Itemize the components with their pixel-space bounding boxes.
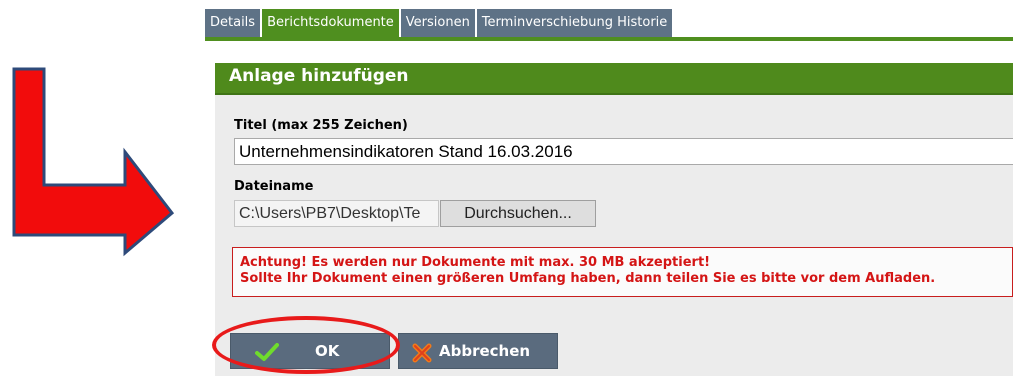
- ok-highlight-ellipse: [212, 316, 400, 374]
- browse-button[interactable]: Durchsuchen...: [440, 200, 596, 227]
- tab-bar: Details Berichtsdokumente Versionen Term…: [205, 9, 675, 37]
- size-warning: Achtung! Es werden nur Dokumente mit max…: [232, 247, 1013, 297]
- title-field-label: Titel (max 255 Zeichen): [234, 118, 408, 133]
- cancel-button-label: Abbrechen: [439, 342, 531, 360]
- tab-underline: [205, 37, 1013, 41]
- panel-header: Anlage hinzufügen: [215, 63, 1013, 95]
- tab-terminverschiebung-historie[interactable]: Terminverschiebung Historie: [476, 9, 675, 37]
- tab-berichtsdokumente[interactable]: Berichtsdokumente: [262, 9, 401, 37]
- tab-details[interactable]: Details: [205, 9, 263, 37]
- red-arrow-icon: [12, 67, 175, 257]
- warning-line-1: Achtung! Es werden nur Dokumente mit max…: [240, 255, 711, 270]
- tab-versionen[interactable]: Versionen: [400, 9, 477, 37]
- cross-icon: [412, 343, 432, 363]
- panel-title: Anlage hinzufügen: [229, 66, 409, 86]
- title-input[interactable]: [234, 138, 1013, 165]
- filename-label: Dateiname: [234, 179, 314, 194]
- cancel-button[interactable]: Abbrechen: [398, 333, 558, 369]
- file-path-field[interactable]: C:\Users\PB7\Desktop\Te: [234, 200, 439, 227]
- warning-line-2: Sollte Ihr Dokument einen größeren Umfan…: [240, 271, 936, 286]
